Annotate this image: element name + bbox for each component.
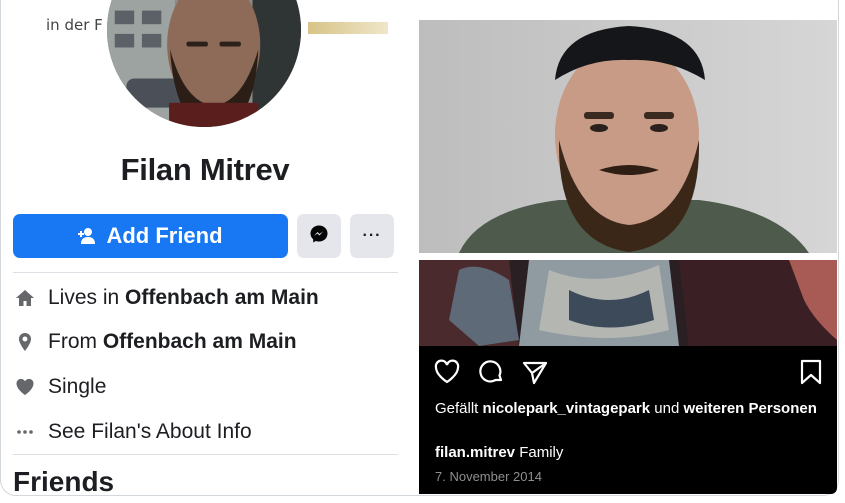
heart-outline-icon[interactable] [433,358,461,386]
info-relationship-value: Single [48,375,107,398]
likes-user-link[interactable]: nicolepark_vintagepark [483,400,651,417]
likes-middle: und [650,400,684,417]
info-see-about[interactable]: See Filan's About Info [14,418,252,446]
post-caption: filan.mitrev Family [435,444,563,461]
caption-username[interactable]: filan.mitrev [435,444,515,461]
post-date: 7. November 2014 [435,469,542,484]
profile-avatar[interactable] [104,0,304,130]
info-see-about-label: See Filan's About Info [48,420,252,443]
add-friend-button[interactable]: Add Friend [13,214,288,258]
info-relationship: Single [14,373,106,401]
likes-prefix: Gefällt [435,400,483,417]
info-lives-in-value[interactable]: Offenbach am Main [125,286,319,310]
divider [13,454,398,455]
messenger-icon [309,224,329,249]
likes-others-link[interactable]: weiteren Personen [683,400,816,417]
add-friend-icon [78,226,98,246]
more-options-button[interactable]: ··· [350,214,394,258]
info-from-prefix: From [48,330,97,353]
comment-icon[interactable] [477,358,505,386]
profile-name: Filan Mitrev [120,152,290,187]
facebook-profile-panel: in der F Filan Mitrev Add Friend ··· Liv… [0,0,410,503]
post-actions [433,358,825,386]
more-dots-icon [14,421,36,443]
add-friend-label: Add Friend [106,223,223,248]
post-image [419,260,837,346]
share-icon[interactable] [521,358,549,386]
instagram-post-photo[interactable] [419,260,837,346]
friends-heading: Friends [13,466,115,497]
post-likes: Gefällt nicolepark_vintagepark und weite… [435,400,825,418]
bookmark-icon[interactable] [797,358,825,386]
mugshot-image [419,20,837,253]
messenger-button[interactable] [297,214,341,258]
divider [13,272,398,273]
caption-text: Family [515,444,564,461]
info-from-value[interactable]: Offenbach am Main [103,330,297,354]
mugshot-photo [419,20,837,253]
heart-icon [14,376,36,398]
info-lives-in: Lives in Offenbach am Main [14,284,319,312]
home-icon [14,287,36,309]
instagram-post: Gefällt nicolepark_vintagepark und weite… [419,260,837,494]
avatar-photo [107,0,301,127]
more-options-label: ··· [362,227,382,244]
location-pin-icon [14,331,36,353]
info-lives-in-prefix: Lives in [48,286,120,309]
info-from: From Offenbach am Main [14,328,297,356]
cover-photo-text: in der F [46,16,103,34]
cover-photo-fragment [308,22,388,34]
